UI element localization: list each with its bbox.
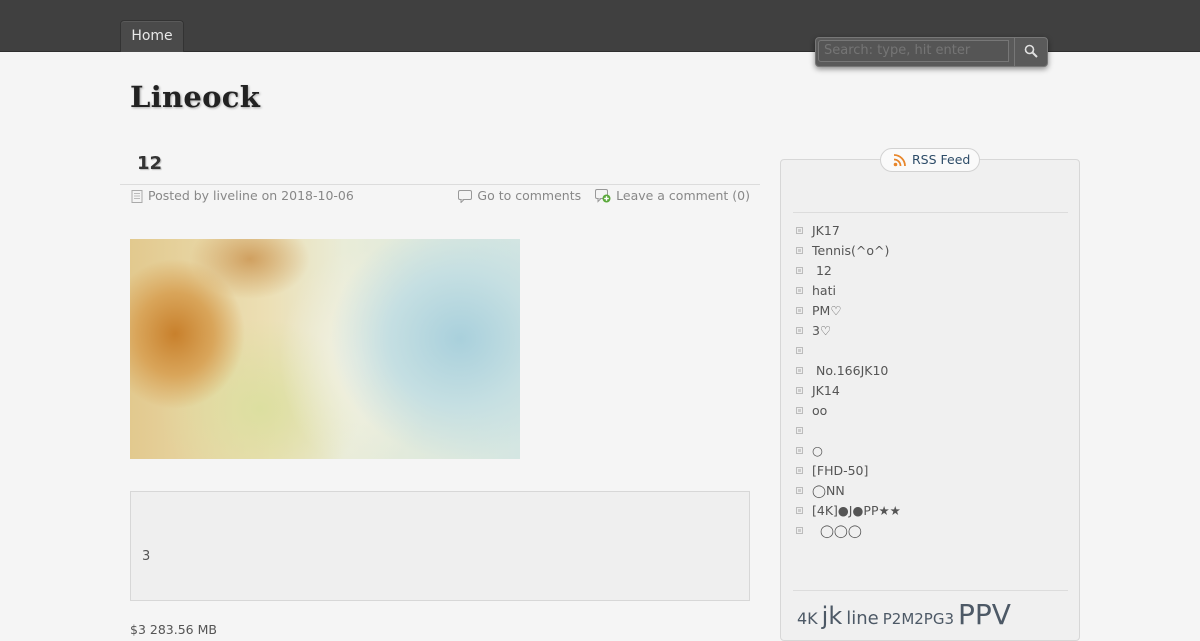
recent-post-item[interactable]: ◯◯◯ xyxy=(796,521,901,541)
quote-text: 3 xyxy=(142,549,151,564)
recent-post-title: ◯◯◯ xyxy=(812,523,862,538)
recent-post-item[interactable] xyxy=(796,341,901,361)
search-button[interactable] xyxy=(1014,38,1048,66)
search-form xyxy=(815,37,1048,67)
posted-by-text: Posted by liveline on 2018-10-06 xyxy=(148,188,354,203)
recent-post-item[interactable] xyxy=(796,421,901,441)
post-comment-links: Go to comments Leave a comment (0) xyxy=(458,188,750,204)
post-meta: Posted by liveline on 2018-10-06 xyxy=(131,188,354,204)
recent-post-title: ○ xyxy=(812,443,823,458)
recent-post-title: JK14 xyxy=(812,383,840,398)
tag-link[interactable]: PPV xyxy=(958,598,1011,631)
recent-post-title: oo xyxy=(812,403,828,418)
list-bullet-icon xyxy=(796,307,803,314)
recent-post-item[interactable]: JK17 xyxy=(796,221,901,241)
nav-home-tab[interactable]: Home xyxy=(120,20,184,52)
sidebar-divider xyxy=(793,590,1068,591)
recent-post-item[interactable]: No.166JK10 xyxy=(796,361,901,381)
recent-post-title: 3♡ xyxy=(812,323,832,338)
list-bullet-icon xyxy=(796,367,803,374)
tag-link[interactable]: 4K xyxy=(797,609,818,628)
search-icon xyxy=(1024,44,1038,58)
recent-post-title: [FHD-50] xyxy=(812,463,869,478)
recent-post-item[interactable]: PM♡ xyxy=(796,301,901,321)
list-bullet-icon xyxy=(796,507,803,514)
recent-post-item[interactable]: hati xyxy=(796,281,901,301)
post-title[interactable]: 12 xyxy=(137,153,162,174)
post-image xyxy=(130,239,520,459)
recent-post-item[interactable]: [4K]●J●PP★★ xyxy=(796,501,901,521)
list-bullet-icon xyxy=(796,427,803,434)
recent-post-title: JK17 xyxy=(812,223,840,238)
tag-link[interactable]: jk xyxy=(822,602,843,630)
recent-post-title: PM♡ xyxy=(812,303,842,318)
post-divider xyxy=(120,184,760,185)
add-comment-icon xyxy=(595,189,611,203)
rss-feed-link[interactable]: RSS Feed xyxy=(880,148,980,172)
list-bullet-icon xyxy=(796,287,803,294)
list-bullet-icon xyxy=(796,347,803,354)
go-to-comments-link[interactable]: Go to comments xyxy=(477,188,581,203)
list-bullet-icon xyxy=(796,487,803,494)
site-title[interactable]: Lineock xyxy=(130,80,260,114)
list-bullet-icon xyxy=(796,447,803,454)
document-icon xyxy=(131,190,143,203)
recent-post-title: No.166JK10 xyxy=(812,363,889,378)
post-quote-box: 3 xyxy=(130,491,750,601)
list-bullet-icon xyxy=(796,407,803,414)
leave-comment-link[interactable]: Leave a comment (0) xyxy=(616,188,750,203)
list-bullet-icon xyxy=(796,227,803,234)
recent-post-item[interactable]: ○ xyxy=(796,441,901,461)
comment-icon xyxy=(458,190,473,203)
recent-post-item[interactable]: 3♡ xyxy=(796,321,901,341)
recent-post-title: ◯NN xyxy=(812,483,845,498)
recent-post-title: 12 xyxy=(812,263,832,278)
rss-feed-label: RSS Feed xyxy=(912,152,971,167)
tag-cloud: 4K jk line P2M2PG3 PPV xyxy=(797,598,1015,631)
search-input[interactable] xyxy=(818,40,1009,62)
recent-post-title: [4K]●J●PP★★ xyxy=(812,503,901,518)
list-bullet-icon xyxy=(796,467,803,474)
tag-link[interactable]: line xyxy=(846,608,878,629)
tag-link[interactable]: P2M2PG3 xyxy=(883,610,954,628)
recent-post-item[interactable]: ◯NN xyxy=(796,481,901,501)
recent-post-title: hati xyxy=(812,283,836,298)
list-bullet-icon xyxy=(796,247,803,254)
list-bullet-icon xyxy=(796,387,803,394)
list-bullet-icon xyxy=(796,267,803,274)
list-bullet-icon xyxy=(796,527,803,534)
list-bullet-icon xyxy=(796,327,803,334)
recent-posts-list: JK17 Tennis(^o^) 12 hati PM♡ 3♡ No.166JK10 JK… xyxy=(796,221,901,541)
recent-post-item[interactable]: oo xyxy=(796,401,901,421)
sidebar-divider xyxy=(793,212,1068,213)
recent-post-item[interactable]: Tennis(^o^) xyxy=(796,241,901,261)
recent-post-item[interactable]: 12 xyxy=(796,261,901,281)
rss-icon xyxy=(893,154,906,167)
recent-post-item[interactable]: [FHD-50] xyxy=(796,461,901,481)
recent-post-item[interactable]: JK14 xyxy=(796,381,901,401)
recent-post-title: Tennis(^o^) xyxy=(812,243,890,258)
